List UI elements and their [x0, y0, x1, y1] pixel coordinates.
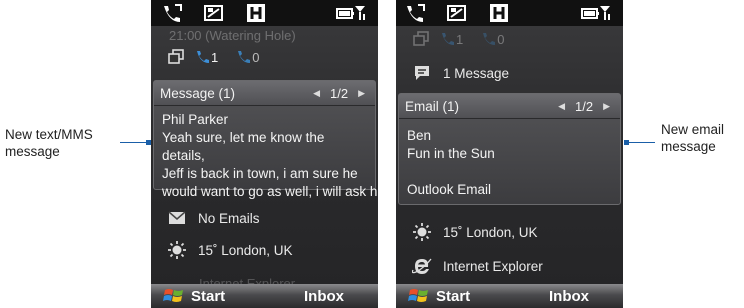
sun-icon: [411, 222, 433, 242]
inbox-softkey[interactable]: Inbox: [549, 288, 589, 305]
message-sender: Phil Parker: [162, 112, 229, 127]
speech-bubble-icon: [411, 64, 433, 82]
start-label: Start: [436, 287, 471, 305]
windows-stack-icon: [167, 48, 185, 66]
callout-marker-right: [624, 140, 629, 145]
connectivity-icon[interactable]: [446, 3, 468, 23]
voicemail-count: 0: [497, 31, 505, 47]
battery-signal-icon[interactable]: [581, 3, 613, 23]
panel-pager: ◀ 1/2 ▶: [548, 99, 620, 114]
message-panel[interactable]: Message (1) ◀ 1/2 ▶ Phil Parker Yeah sur…: [153, 80, 378, 199]
email-panel[interactable]: Email (1) ◀ 1/2 ▶ Ben Fun in the Sun Out…: [398, 93, 621, 205]
voicemail-count: 0: [252, 49, 260, 65]
inbox-softkey[interactable]: Inbox: [304, 288, 344, 305]
sun-icon: [166, 240, 188, 260]
missed-calls-row[interactable]: 1 0: [167, 46, 378, 68]
connectivity-icon[interactable]: [203, 3, 225, 23]
weather-row-label: 15˚ London, UK: [443, 224, 538, 240]
message-panel-title: Message (1): [160, 85, 236, 101]
start-button[interactable]: Start: [408, 287, 470, 305]
phone-call-icon[interactable]: [404, 3, 426, 23]
callout-connector-right: [627, 142, 655, 143]
email-row-label: No Emails: [198, 210, 260, 226]
softkey-bar: Start Inbox: [396, 284, 623, 308]
battery-signal-icon[interactable]: [336, 3, 368, 23]
prev-arrow-icon[interactable]: ◀: [548, 101, 575, 112]
voicemail-icon: [481, 31, 497, 47]
panel-pager: ◀ 1/2 ▶: [303, 86, 375, 101]
callout-connector-left: [120, 142, 148, 143]
email-sender: Ben: [407, 128, 432, 143]
email-account: Outlook Email: [407, 182, 492, 197]
missed-calls-row[interactable]: 1 0: [412, 28, 623, 50]
text-message-row[interactable]: 1 Message: [396, 59, 623, 87]
weather-row-label: 15˚ London, UK: [198, 242, 293, 258]
email-subject: Fun in the Sun: [407, 146, 495, 161]
windows-flag-icon: [163, 287, 185, 305]
pager-count: 1/2: [330, 85, 349, 101]
next-arrow-icon[interactable]: ▶: [593, 101, 620, 112]
message-text-line: Jeff is back in town, i am sure he: [162, 166, 358, 181]
callout-line-1: New email: [661, 122, 725, 137]
text-message-row-label: 1 Message: [443, 65, 510, 81]
hsdpa-icon[interactable]: [246, 3, 266, 23]
start-label: Start: [191, 287, 226, 305]
next-arrow-icon[interactable]: ▶: [348, 88, 375, 99]
callout-new-text-message: New text/MMS message: [5, 126, 93, 160]
email-panel-title: Email (1): [405, 98, 460, 114]
windows-stack-icon: [412, 30, 430, 48]
missed-call-icon: [195, 49, 211, 65]
status-bar: [396, 0, 623, 26]
email-row[interactable]: No Emails: [151, 204, 378, 232]
start-button[interactable]: Start: [163, 287, 225, 305]
status-bar: [151, 0, 378, 26]
voicemail-icon: [236, 49, 252, 65]
weather-row[interactable]: 15˚ London, UK: [151, 236, 378, 264]
pager-count: 1/2: [575, 98, 594, 114]
missed-call-count: 1: [211, 49, 219, 65]
message-text-line: would want to go as well, i will ask him: [162, 184, 378, 199]
missed-call-count: 1: [456, 31, 464, 47]
callout-new-email-message: New email message: [661, 121, 724, 155]
phone-screen-text-message: 21:00 (Watering Hole) 1 0 Message (1) ◀ …: [151, 0, 378, 308]
message-preview[interactable]: Phil Parker Yeah sure, let me know the d…: [154, 106, 378, 206]
message-panel-header: Message (1) ◀ 1/2 ▶: [154, 81, 375, 106]
callout-line-2: message: [661, 139, 716, 154]
callout-line-2: message: [5, 144, 60, 159]
email-panel-header: Email (1) ◀ 1/2 ▶: [399, 94, 620, 119]
envelope-icon: [166, 211, 188, 225]
prev-arrow-icon[interactable]: ◀: [303, 88, 330, 99]
internet-explorer-icon: [411, 256, 433, 276]
phone-call-icon[interactable]: [161, 3, 183, 23]
softkey-bar: Start Inbox: [151, 284, 378, 308]
message-text-line: Yeah sure, let me know the details,: [162, 130, 325, 163]
internet-explorer-label: Internet Explorer: [443, 258, 543, 274]
email-preview[interactable]: Ben Fun in the Sun Outlook Email: [399, 119, 620, 204]
weather-row[interactable]: 15˚ London, UK: [396, 218, 623, 246]
ghost-appointment-text: 21:00 (Watering Hole): [169, 28, 296, 43]
windows-flag-icon: [408, 287, 430, 305]
callout-line-1: New text/MMS: [5, 127, 93, 142]
missed-call-icon: [440, 31, 456, 47]
hsdpa-icon[interactable]: [489, 3, 509, 23]
internet-explorer-row[interactable]: Internet Explorer: [396, 252, 623, 280]
phone-screen-email-message: 1 0 1 Message Email (1) ◀ 1/2 ▶ Ben Fun …: [396, 0, 623, 308]
